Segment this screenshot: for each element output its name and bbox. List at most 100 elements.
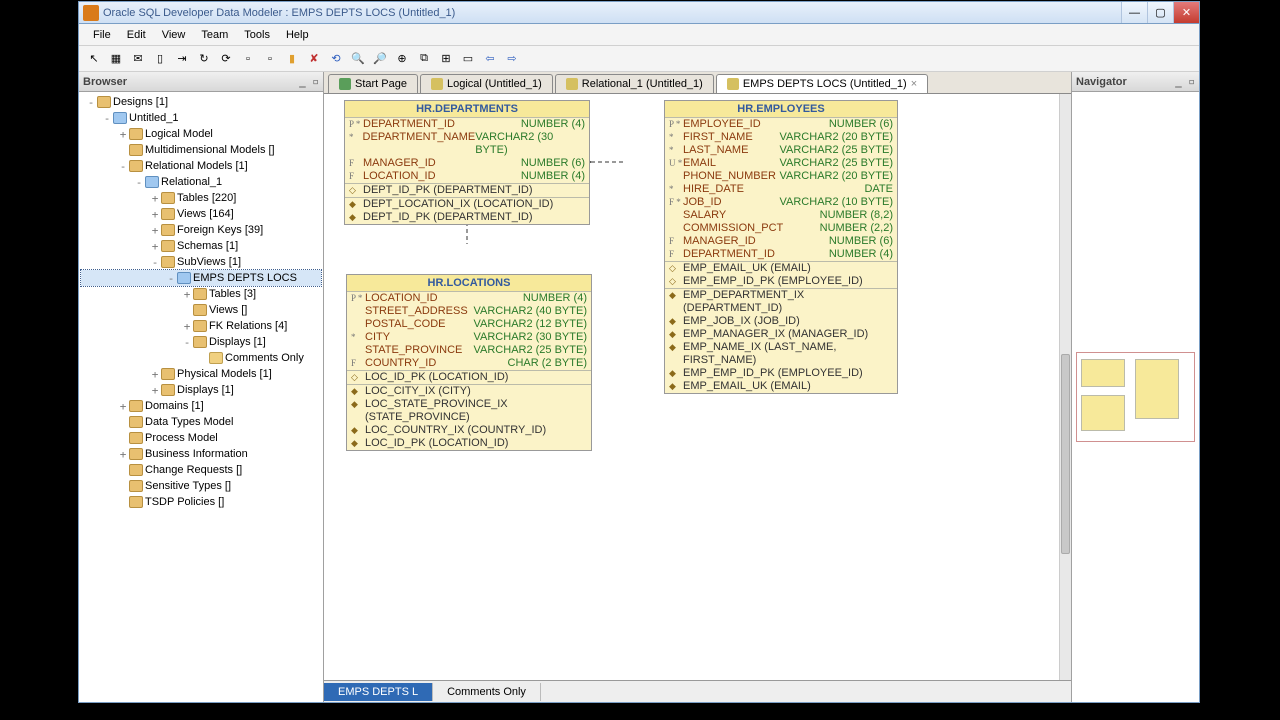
- tree-item[interactable]: +FK Relations [4]: [81, 318, 321, 334]
- tree-item[interactable]: Multidimensional Models []: [81, 142, 321, 158]
- grid-icon[interactable]: ▦: [107, 50, 125, 68]
- tree-item[interactable]: Data Types Model: [81, 414, 321, 430]
- delete-icon[interactable]: ✘: [305, 50, 323, 68]
- column-row[interactable]: FDEPARTMENT_IDNUMBER (4): [665, 248, 897, 261]
- maximize-button[interactable]: ▢: [1147, 2, 1173, 23]
- tree-item[interactable]: +Physical Models [1]: [81, 366, 321, 382]
- tree-item[interactable]: +Tables [3]: [81, 286, 321, 302]
- column-row[interactable]: P *LOCATION_IDNUMBER (4): [347, 292, 591, 305]
- zoomout-icon[interactable]: 🔎: [371, 50, 389, 68]
- import-icon[interactable]: ⇥: [173, 50, 191, 68]
- menu-file[interactable]: File: [85, 27, 119, 43]
- box1-icon[interactable]: ▫: [239, 50, 257, 68]
- send-icon[interactable]: ✉: [129, 50, 147, 68]
- back-icon[interactable]: ⇦: [481, 50, 499, 68]
- tree-item[interactable]: -Displays [1]: [81, 334, 321, 350]
- tree-item[interactable]: -EMPS DEPTS LOCS: [81, 270, 321, 286]
- tree-item[interactable]: +Foreign Keys [39]: [81, 222, 321, 238]
- tab[interactable]: Relational_1 (Untitled_1): [555, 74, 714, 93]
- column-row[interactable]: P *DEPARTMENT_IDNUMBER (4): [345, 118, 589, 131]
- editor-tabs: Start PageLogical (Untitled_1)Relational…: [324, 72, 1071, 94]
- minimize-button[interactable]: —: [1121, 2, 1147, 23]
- menu-help[interactable]: Help: [278, 27, 317, 43]
- diagram-canvas[interactable]: HR.DEPARTMENTSP *DEPARTMENT_IDNUMBER (4)…: [324, 94, 1071, 680]
- tree-item[interactable]: +Schemas [1]: [81, 238, 321, 254]
- panel-min-icon[interactable]: _ ▫: [1175, 75, 1195, 88]
- tree-item[interactable]: Sensitive Types []: [81, 478, 321, 494]
- tree-item[interactable]: Views []: [81, 302, 321, 318]
- page-icon[interactable]: ▯: [151, 50, 169, 68]
- column-row[interactable]: P *EMPLOYEE_IDNUMBER (6): [665, 118, 897, 131]
- menu-edit[interactable]: Edit: [119, 27, 154, 43]
- copy-icon[interactable]: ⧉: [415, 50, 433, 68]
- tree[interactable]: -Designs [1]-Untitled_1+Logical Model Mu…: [79, 92, 323, 702]
- column-row[interactable]: STATE_PROVINCEVARCHAR2 (25 BYTE): [347, 344, 591, 357]
- entity-title: HR.DEPARTMENTS: [345, 101, 589, 118]
- layout-icon[interactable]: ⊞: [437, 50, 455, 68]
- rect-icon[interactable]: ▭: [459, 50, 477, 68]
- folder-icon[interactable]: ▮: [283, 50, 301, 68]
- entity-locations[interactable]: HR.LOCATIONSP *LOCATION_IDNUMBER (4)STRE…: [346, 274, 592, 451]
- index-row: ◆LOC_STATE_PROVINCE_IX (STATE_PROVINCE): [347, 398, 591, 424]
- pk-row: ◇EMP_EMP_ID_PK (EMPLOYEE_ID): [665, 275, 897, 288]
- column-row[interactable]: *DEPARTMENT_NAMEVARCHAR2 (30 BYTE): [345, 131, 589, 157]
- column-row[interactable]: F *JOB_IDVARCHAR2 (10 BYTE): [665, 196, 897, 209]
- tab[interactable]: Logical (Untitled_1): [420, 74, 553, 93]
- tree-item[interactable]: -Untitled_1: [81, 110, 321, 126]
- box2-icon[interactable]: ▫: [261, 50, 279, 68]
- close-button[interactable]: ✕: [1173, 2, 1199, 23]
- tree-item[interactable]: +Logical Model: [81, 126, 321, 142]
- tree-item[interactable]: -Relational Models [1]: [81, 158, 321, 174]
- menu-view[interactable]: View: [154, 27, 194, 43]
- column-row[interactable]: FMANAGER_IDNUMBER (6): [665, 235, 897, 248]
- bottom-tab[interactable]: EMPS DEPTS L: [324, 683, 433, 701]
- tree-item[interactable]: TSDP Policies []: [81, 494, 321, 510]
- column-row[interactable]: FMANAGER_IDNUMBER (6): [345, 157, 589, 170]
- entity-departments[interactable]: HR.DEPARTMENTSP *DEPARTMENT_IDNUMBER (4)…: [344, 100, 590, 225]
- tree-item[interactable]: +Domains [1]: [81, 398, 321, 414]
- column-row[interactable]: *LAST_NAMEVARCHAR2 (25 BYTE): [665, 144, 897, 157]
- column-row[interactable]: STREET_ADDRESSVARCHAR2 (40 BYTE): [347, 305, 591, 318]
- tab[interactable]: EMPS DEPTS LOCS (Untitled_1) ×: [716, 74, 928, 93]
- column-row[interactable]: *HIRE_DATEDATE: [665, 183, 897, 196]
- column-row[interactable]: FLOCATION_IDNUMBER (4): [345, 170, 589, 183]
- entity-employees[interactable]: HR.EMPLOYEESP *EMPLOYEE_IDNUMBER (6) *FI…: [664, 100, 898, 394]
- tree-item[interactable]: -Relational_1: [81, 174, 321, 190]
- fit-icon[interactable]: ⊕: [393, 50, 411, 68]
- index-row: ◆LOC_COUNTRY_IX (COUNTRY_ID): [347, 424, 591, 437]
- navigator-panel: Navigator _ ▫: [1071, 72, 1199, 702]
- menu-team[interactable]: Team: [193, 27, 236, 43]
- column-row[interactable]: POSTAL_CODEVARCHAR2 (12 BYTE): [347, 318, 591, 331]
- tree-item[interactable]: -Designs [1]: [81, 94, 321, 110]
- menu-tools[interactable]: Tools: [236, 27, 278, 43]
- zoomin-icon[interactable]: 🔍: [349, 50, 367, 68]
- column-row[interactable]: *CITYVARCHAR2 (30 BYTE): [347, 331, 591, 344]
- tree-item[interactable]: Process Model: [81, 430, 321, 446]
- panel-min-icon[interactable]: _ ▫: [299, 75, 319, 88]
- navigator-thumbnail[interactable]: [1076, 352, 1195, 442]
- column-row[interactable]: *FIRST_NAMEVARCHAR2 (20 BYTE): [665, 131, 897, 144]
- sync-icon[interactable]: ⟳: [217, 50, 235, 68]
- tree-item[interactable]: Comments Only: [81, 350, 321, 366]
- column-row[interactable]: FCOUNTRY_IDCHAR (2 BYTE): [347, 357, 591, 370]
- pointer-icon[interactable]: ↖: [85, 50, 103, 68]
- navigator-header: Navigator _ ▫: [1072, 72, 1199, 92]
- forward-icon[interactable]: ⇨: [503, 50, 521, 68]
- tree-item[interactable]: +Displays [1]: [81, 382, 321, 398]
- app-icon: [83, 5, 99, 21]
- column-row[interactable]: SALARYNUMBER (8,2): [665, 209, 897, 222]
- column-row[interactable]: COMMISSION_PCTNUMBER (2,2): [665, 222, 897, 235]
- undo-icon[interactable]: ⟲: [327, 50, 345, 68]
- column-row[interactable]: U *EMAILVARCHAR2 (25 BYTE): [665, 157, 897, 170]
- column-row[interactable]: PHONE_NUMBERVARCHAR2 (20 BYTE): [665, 170, 897, 183]
- tree-item[interactable]: +Views [164]: [81, 206, 321, 222]
- vertical-scrollbar[interactable]: [1059, 94, 1071, 680]
- index-row: ◆DEPT_ID_PK (DEPARTMENT_ID): [345, 211, 589, 224]
- tree-item[interactable]: -SubViews [1]: [81, 254, 321, 270]
- tree-item[interactable]: +Tables [220]: [81, 190, 321, 206]
- refresh-icon[interactable]: ↻: [195, 50, 213, 68]
- tree-item[interactable]: Change Requests []: [81, 462, 321, 478]
- bottom-tab[interactable]: Comments Only: [433, 683, 541, 701]
- tab[interactable]: Start Page: [328, 74, 418, 93]
- tree-item[interactable]: +Business Information: [81, 446, 321, 462]
